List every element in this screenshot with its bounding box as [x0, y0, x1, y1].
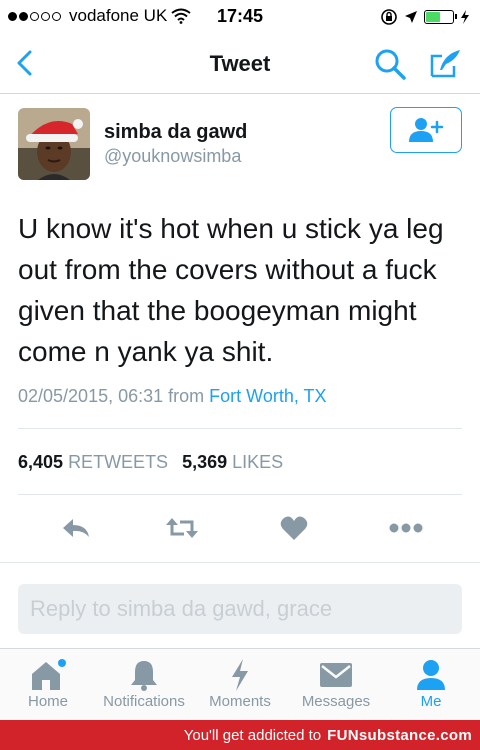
charging-bolt-icon: [461, 10, 469, 24]
orientation-lock-icon: [381, 9, 397, 25]
more-button[interactable]: [386, 508, 426, 548]
tab-moments-label: Moments: [209, 693, 271, 710]
retweet-button[interactable]: [162, 508, 202, 548]
reply-button[interactable]: [56, 508, 96, 548]
user-handle[interactable]: @youknowsimba: [104, 146, 241, 167]
tab-home[interactable]: Home: [14, 657, 82, 710]
tweet-location[interactable]: Fort Worth, TX: [209, 386, 326, 406]
compose-icon[interactable]: [428, 46, 464, 82]
tab-me-label: Me: [420, 693, 442, 710]
reply-icon: [63, 519, 89, 537]
tweet-text: U know it's hot when u stick ya leg out …: [18, 213, 444, 367]
reply-input[interactable]: Reply to simba da gawd, grace: [18, 584, 462, 634]
divider: [18, 428, 462, 429]
tweet-meta: 02/05/2015, 06:31 from Fort Worth, TX: [18, 386, 327, 407]
envelope-icon: [320, 663, 352, 687]
avatar-image: [18, 108, 90, 180]
tab-bar: Home Notifications Moments Messages Me: [0, 648, 480, 720]
bell-icon: [131, 661, 157, 691]
retweets-count: 6,405: [18, 452, 64, 472]
from-label: from: [168, 386, 205, 406]
follow-button[interactable]: [390, 107, 462, 153]
retweets-stat[interactable]: 6,405 RETWEETS: [18, 452, 168, 473]
tab-messages-label: Messages: [301, 693, 371, 710]
like-button[interactable]: [274, 508, 314, 548]
watermark-brand: FUNsubstance.com: [327, 726, 472, 744]
tab-notifications[interactable]: Notifications: [94, 657, 194, 710]
add-user-icon: [409, 118, 444, 142]
home-icon: [32, 659, 66, 690]
tab-home-label: Home: [27, 693, 68, 710]
battery-level: [426, 12, 440, 22]
likes-stat[interactable]: 5,369 LIKES: [182, 452, 283, 473]
status-bar: vodafone UK 17:45: [0, 0, 480, 34]
watermark-banner: You'll get addicted to FUNsubstance.com: [0, 720, 480, 750]
heart-icon: [280, 516, 308, 540]
page-title: Tweet: [209, 51, 271, 76]
likes-label: LIKES: [232, 452, 284, 472]
divider: [18, 494, 462, 495]
divider: [0, 562, 480, 563]
retweets-label: RETWEETS: [68, 452, 169, 472]
person-icon: [417, 660, 445, 690]
tweet-actions: [0, 508, 480, 550]
likes-count: 5,369: [182, 452, 228, 472]
nav-bar: Tweet: [0, 34, 480, 94]
lightning-icon: [232, 659, 248, 691]
display-name[interactable]: simba da gawd: [104, 121, 247, 144]
retweet-icon: [166, 518, 198, 538]
search-icon[interactable]: [372, 46, 408, 82]
location-arrow-icon: [405, 11, 417, 23]
watermark-text: You'll get addicted to: [183, 726, 322, 744]
tab-moments[interactable]: Moments: [202, 657, 278, 710]
more-dots-icon: [389, 523, 423, 533]
battery-icon: [424, 10, 457, 24]
tab-notifications-label: Notifications: [103, 693, 185, 710]
tweet-stats: 6,405 RETWEETS 5,369 LIKES: [18, 452, 283, 473]
status-right: [380, 8, 470, 26]
tab-messages[interactable]: Messages: [294, 657, 378, 710]
tweet-timestamp: 02/05/2015, 06:31: [18, 386, 164, 406]
avatar[interactable]: [18, 108, 90, 180]
tab-me[interactable]: Me: [402, 657, 460, 710]
